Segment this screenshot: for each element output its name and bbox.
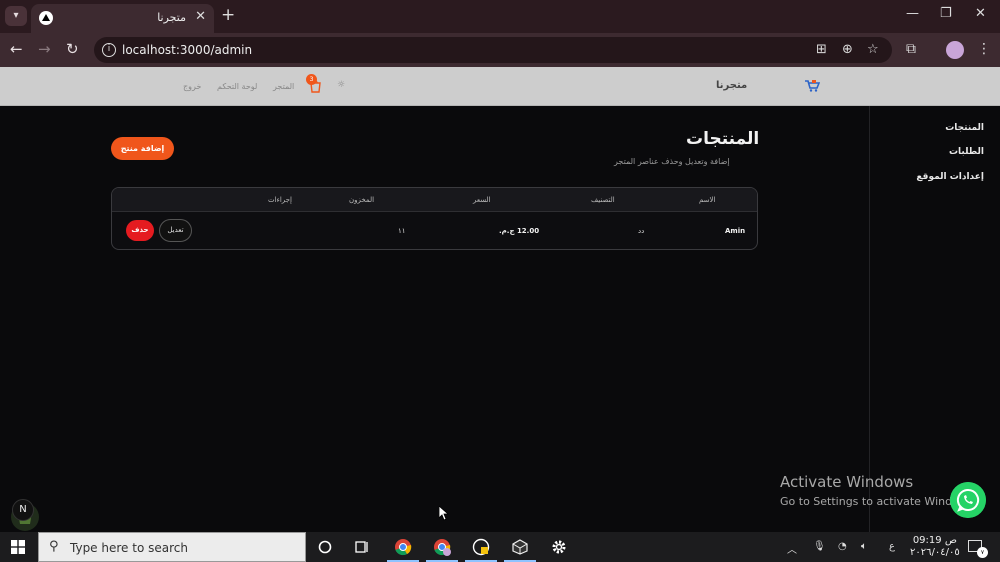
nav-dashboard-link[interactable]: لوحة التحكم xyxy=(217,82,257,91)
whatsapp-icon[interactable] xyxy=(950,482,986,518)
window-close-icon[interactable]: ✕ xyxy=(975,6,986,21)
url-text[interactable]: localhost:3000/admin xyxy=(122,43,252,57)
minimize-icon[interactable]: — xyxy=(906,6,919,21)
browser-tab-bar: ▾ متجرنا ✕ + — ❐ ✕ xyxy=(0,0,1000,33)
forward-icon[interactable]: → xyxy=(38,41,51,58)
nextjs-dev-indicator[interactable]: N xyxy=(12,499,34,521)
search-icon: ⚲ xyxy=(49,539,59,554)
cart-count-badge: 3 xyxy=(306,74,317,85)
column-header-price: السعر xyxy=(473,196,491,204)
tab-title: متجرنا xyxy=(157,11,186,24)
profile-avatar[interactable] xyxy=(946,41,964,59)
cortana-icon[interactable] xyxy=(316,538,334,556)
brand-name[interactable]: متجرنا xyxy=(716,80,747,91)
theme-toggle-icon[interactable]: ☼ xyxy=(337,80,345,90)
cell-category: دد xyxy=(638,227,645,235)
products-table: الاسم التصنيف السعر المخزون إجراءات Amin… xyxy=(111,187,758,250)
site-header: متجرنا ☼ 3 المتجر لوحة التحكم خروج xyxy=(0,67,1000,106)
page-subtitle: إضافة وتعديل وحذف عناصر المتجر xyxy=(614,157,730,166)
vercel-favicon-icon xyxy=(39,11,53,25)
cell-name: Amin xyxy=(725,227,746,235)
main-content xyxy=(0,106,869,532)
extensions-icon[interactable]: ⧉ xyxy=(906,41,916,57)
settings-gear-icon[interactable] xyxy=(550,538,568,556)
clock-time: 09:19 ص xyxy=(912,535,957,546)
table-header: الاسم التصنيف السعر المخزون إجراءات xyxy=(112,188,757,212)
task-view-icon[interactable] xyxy=(353,538,371,556)
clock-date: ٢٠٢٦/٠٤/٠٥ xyxy=(910,547,960,558)
tab-close-icon[interactable]: ✕ xyxy=(195,9,206,24)
nav-store-link[interactable]: المتجر xyxy=(273,82,294,91)
network-icon[interactable]: ◔ xyxy=(838,541,847,552)
tray-chevron-up-icon[interactable]: ︿ xyxy=(787,541,797,556)
sidebar-item-orders[interactable]: الطلبات xyxy=(949,147,984,157)
microphone-icon[interactable]: 🎙︎ xyxy=(813,541,826,552)
browser-tab[interactable]: متجرنا ✕ xyxy=(31,4,214,33)
windows-taskbar: ⚲ Type here to search ︿ 🎙︎ ◔ 🔈︎ ع 09:19 … xyxy=(0,532,1000,562)
notification-count-badge: ٧ xyxy=(977,547,988,558)
column-header-name: الاسم xyxy=(699,196,716,204)
search-placeholder: Type here to search xyxy=(70,541,188,555)
column-header-stock: المخزون xyxy=(349,196,375,204)
add-product-button[interactable]: إضافة منتج xyxy=(111,137,174,160)
edit-button[interactable]: تعديل xyxy=(159,219,192,242)
reload-icon[interactable]: ↻ xyxy=(66,41,79,58)
language-indicator[interactable]: ع xyxy=(889,541,895,552)
column-header-actions: إجراءات xyxy=(268,196,292,204)
volume-icon[interactable]: 🔈︎ xyxy=(861,541,867,552)
activate-subtitle: Go to Settings to activate Windows. xyxy=(780,495,978,508)
page-title: المنتجات xyxy=(686,129,760,149)
zoom-icon[interactable]: ⊕ xyxy=(842,42,853,57)
windows-start-icon[interactable] xyxy=(11,540,25,554)
admin-sidebar: المنتجات الطلبات إعدادات الموقع xyxy=(869,106,1000,532)
chrome-icon[interactable] xyxy=(394,538,412,556)
mouse-cursor-icon xyxy=(439,506,449,521)
sidebar-item-products[interactable]: المنتجات xyxy=(945,123,984,133)
column-header-category: التصنيف xyxy=(591,196,615,204)
dev-tool-icon[interactable] xyxy=(472,538,490,556)
chrome-profile-icon[interactable] xyxy=(433,538,451,556)
taskbar-clock[interactable]: 09:19 ص ٢٠٢٦/٠٤/٠٥ xyxy=(910,535,960,559)
bookmark-star-icon[interactable]: ☆ xyxy=(867,42,879,57)
back-icon[interactable]: ← xyxy=(10,41,23,58)
sidebar-item-site-settings[interactable]: إعدادات الموقع xyxy=(916,172,984,182)
delete-button[interactable]: حذف xyxy=(126,220,154,241)
cell-stock: ١١ xyxy=(398,227,406,235)
address-bar[interactable]: i localhost:3000/admin ⊞ ⊕ ☆ xyxy=(94,37,892,63)
nav-logout-link[interactable]: خروج xyxy=(183,82,201,91)
tab-search-button[interactable]: ▾ xyxy=(5,6,27,26)
brand-logo-icon[interactable] xyxy=(804,79,820,92)
restore-icon[interactable]: ❐ xyxy=(940,6,952,21)
activate-title: Activate Windows xyxy=(780,473,914,491)
translate-icon[interactable]: ⊞ xyxy=(816,42,827,57)
cell-price: 12.00 ج.م. xyxy=(499,227,540,235)
3d-box-app-icon[interactable] xyxy=(511,538,529,556)
browser-toolbar: ← → ↻ i localhost:3000/admin ⊞ ⊕ ☆ ⧉ ⋮ xyxy=(0,33,1000,67)
site-info-icon[interactable]: i xyxy=(102,43,116,57)
taskbar-search-box[interactable]: ⚲ Type here to search xyxy=(38,532,306,562)
new-tab-button[interactable]: + xyxy=(221,6,235,24)
activate-windows-watermark: Activate Windows Go to Settings to activ… xyxy=(780,473,977,508)
menu-kebab-icon[interactable]: ⋮ xyxy=(977,41,991,57)
